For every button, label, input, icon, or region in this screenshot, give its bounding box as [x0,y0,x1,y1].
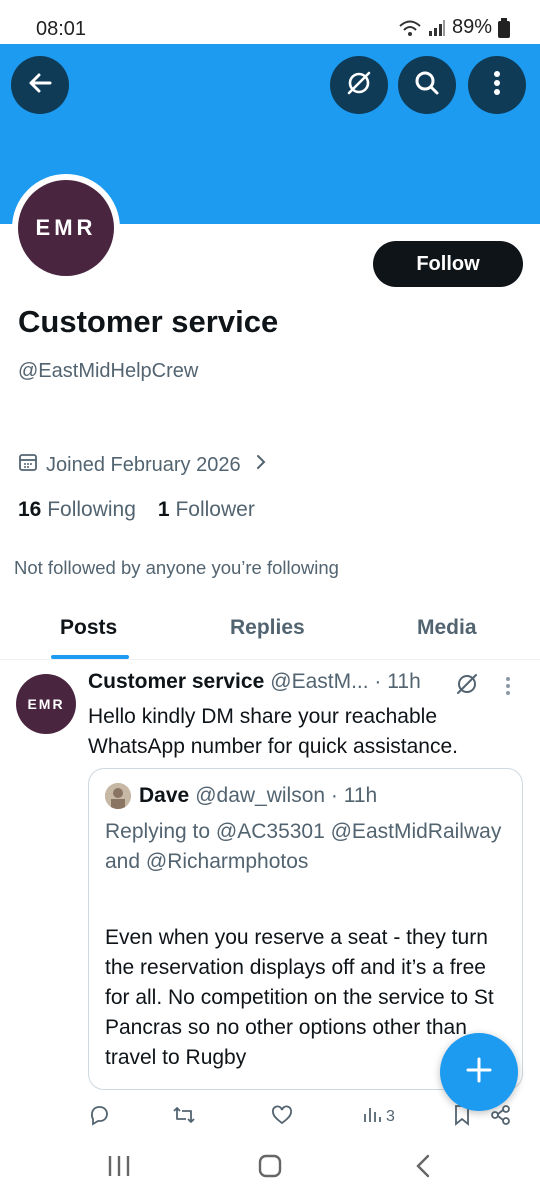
tab-replies[interactable]: Replies [230,616,305,640]
back-nav-button[interactable] [410,1154,436,1183]
quoted-handle-time: @daw_wilson · 11h [195,784,378,807]
repost-button[interactable] [172,1104,196,1131]
followers-count: 1 [157,498,170,521]
battery-level: 89% [451,16,492,38]
follow-button[interactable]: Follow [373,241,523,287]
quoted-replying-to: Replying to @AC35301 @EastMidRailway and… [105,820,502,873]
reply-icon [88,1104,110,1131]
quoted-post-header: Dave @daw_wilson · 11h [105,783,377,809]
post-header: Customer service @EastM... · 11h [88,670,421,694]
following-label: Following [47,498,136,521]
joined-text: Joined February 2026 [46,453,241,476]
tab-posts[interactable]: Posts [60,616,117,640]
grok-button[interactable] [330,56,388,114]
plus-icon [464,1055,494,1090]
battery-icon [498,17,510,38]
post-more-icon[interactable] [505,676,511,701]
profile-handle: @EastMidHelpCrew [18,360,199,382]
recent-apps-button[interactable] [106,1154,132,1183]
system-navigation-bar [0,1140,540,1200]
post-author-name[interactable]: Customer service [88,670,264,694]
signal-icon [428,19,446,37]
followers-label: Follower [175,498,255,521]
quoted-author-name: Dave [139,784,190,807]
following-stat[interactable]: 16 Following [18,498,136,522]
heart-icon [271,1104,293,1131]
chevron-right-icon [255,453,267,477]
calendar-icon [18,452,38,478]
post-handle-time: @EastM... · 11h [270,670,421,693]
profile-display-name: Customer service [18,304,279,339]
views-icon [362,1104,382,1129]
followers-stat[interactable]: 1 Follower [158,498,255,522]
post-grok-icon[interactable] [453,670,481,703]
active-tab-indicator [51,655,129,659]
joined-date[interactable]: Joined February 2026 [18,452,267,478]
search-icon [412,68,442,103]
more-vertical-icon [493,70,501,101]
profile-tabs: Posts Replies Media [0,600,540,660]
more-options-button[interactable] [468,56,526,114]
not-followed-notice: Not followed by anyone you’re following [14,557,339,578]
status-bar: 08:01 89% [0,0,540,44]
home-button[interactable] [257,1154,283,1183]
post-text: Hello kindly DM share your reachable Wha… [88,705,459,758]
repost-icon [172,1104,196,1131]
arrow-left-icon [26,69,54,102]
quoted-avatar [105,783,131,809]
views-count: 3 [386,1107,395,1125]
profile-avatar[interactable]: EMR [12,174,120,282]
views-button[interactable]: 3 [362,1104,395,1129]
follow-stats: 16 Following 1 Follower [18,498,255,522]
grok-icon [344,68,374,103]
profile-avatar-logo: EMR [18,180,114,276]
wifi-icon [398,18,422,38]
tab-media[interactable]: Media [417,616,477,640]
reply-button[interactable] [88,1104,110,1131]
back-button[interactable] [11,56,69,114]
compose-post-button[interactable] [440,1033,518,1111]
following-count: 16 [18,498,42,521]
status-time: 08:01 [36,18,87,40]
post-avatar[interactable]: EMR [16,674,76,734]
like-button[interactable] [271,1104,293,1131]
status-icons: 89% [398,16,510,39]
search-button[interactable] [398,56,456,114]
